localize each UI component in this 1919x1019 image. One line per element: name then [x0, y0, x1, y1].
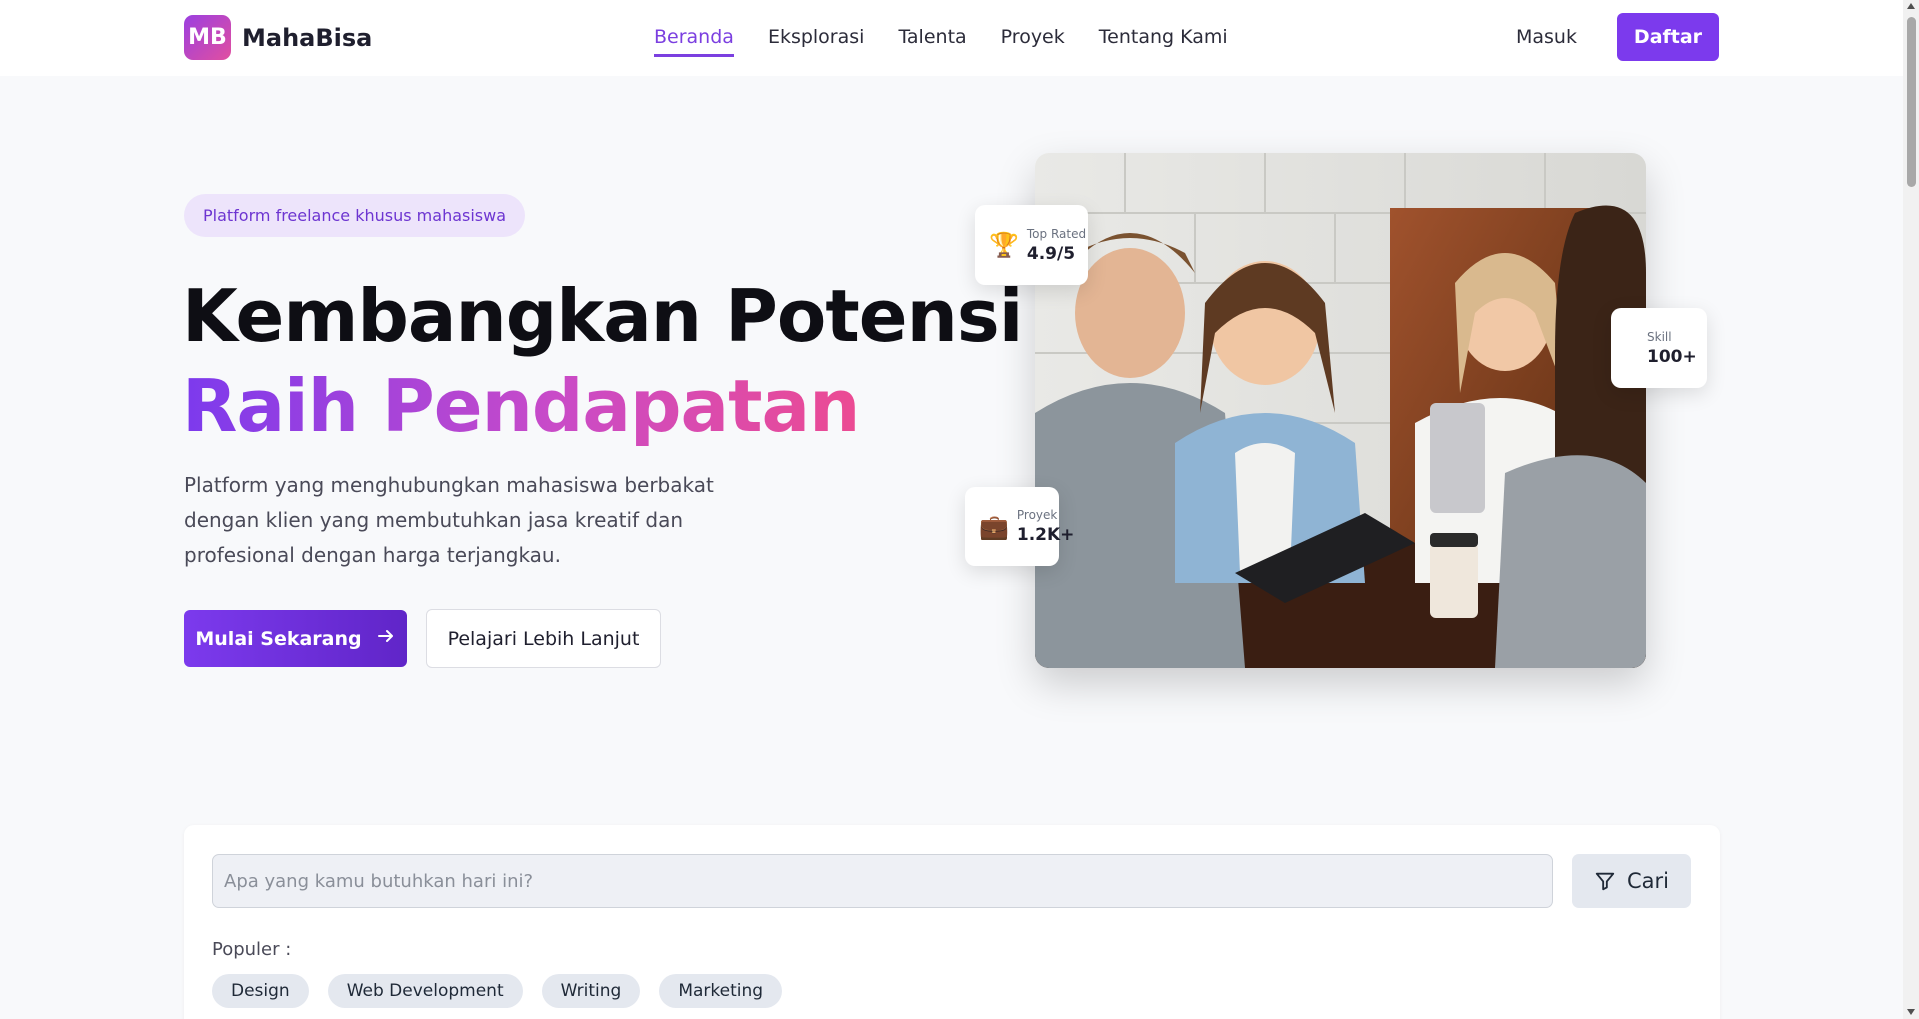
tag-writing[interactable]: Writing	[541, 974, 641, 1008]
main-nav: Beranda Eksplorasi Talenta Proyek Tentan…	[654, 26, 1262, 57]
signup-button[interactable]: Daftar	[1617, 13, 1719, 61]
search-input[interactable]	[212, 854, 1553, 908]
scroll-down-arrow-icon[interactable]	[1907, 1009, 1915, 1015]
nav-item-talenta[interactable]: Talenta	[898, 26, 966, 57]
start-now-label: Mulai Sekarang	[195, 627, 362, 650]
brand-name: MahaBisa	[242, 23, 373, 52]
tag-marketing[interactable]: Marketing	[659, 974, 783, 1008]
skill-text: Skill 100+	[1647, 330, 1697, 367]
skill-label: Skill	[1647, 329, 1672, 344]
proyek-card: 💼 Proyek 1.2K+	[965, 487, 1074, 566]
login-link[interactable]: Masuk	[1516, 26, 1577, 48]
scroll-up-arrow-icon[interactable]	[1907, 3, 1915, 9]
hero-photo	[1035, 153, 1646, 668]
search-button-label: Cari	[1627, 869, 1669, 893]
learn-more-button[interactable]: Pelajari Lebih Lanjut	[426, 609, 661, 668]
hero-description: Platform yang menghubungkan mahasiswa be…	[184, 473, 714, 567]
hero-headline-line1: Kembangkan Potensi	[182, 274, 1023, 358]
arrow-right-icon	[376, 626, 396, 651]
search-panel: Cari Populer : Design Web Development Wr…	[184, 825, 1720, 1019]
scrollbar-thumb[interactable]	[1907, 17, 1916, 187]
tag-web-development[interactable]: Web Development	[327, 974, 523, 1008]
start-now-button[interactable]: Mulai Sekarang	[184, 610, 407, 667]
tag-design[interactable]: Design	[212, 974, 309, 1008]
nav-item-proyek[interactable]: Proyek	[1001, 26, 1065, 57]
hero-badge: Platform freelance khusus mahasiswa	[184, 194, 526, 237]
top-rated-text: Top Rated 4.9/5	[1027, 227, 1086, 264]
logo-mark-icon: MB	[184, 15, 231, 60]
proyek-label: Proyek	[1016, 508, 1058, 522]
search-button[interactable]: Cari	[1572, 854, 1691, 908]
top-rated-value: 4.9/5	[1026, 243, 1076, 264]
brand-logo[interactable]: MB MahaBisa	[184, 15, 372, 60]
nav-item-beranda[interactable]: Beranda	[654, 26, 734, 57]
trophy-icon: 🏆	[989, 231, 1019, 259]
proyek-text: Proyek 1.2K+	[1017, 508, 1075, 545]
nav-item-tentang-kami[interactable]: Tentang Kami	[1099, 26, 1228, 57]
top-rated-card: 🏆 Top Rated 4.9/5	[975, 205, 1088, 285]
popular-tags: Design Web Development Writing Marketing	[212, 974, 801, 1008]
proyek-value: 1.2K+	[1016, 525, 1075, 545]
nav-item-eksplorasi[interactable]: Eksplorasi	[768, 26, 865, 57]
page-scrollbar[interactable]	[1903, 0, 1919, 1019]
hero-headline-line2: Raih Pendapatan	[182, 364, 860, 448]
skill-card: Skill 100+	[1611, 308, 1707, 388]
top-rated-label: Top Rated	[1026, 226, 1087, 241]
filter-icon	[1595, 872, 1615, 891]
briefcase-icon: 💼	[979, 512, 1009, 541]
top-navbar: MB MahaBisa Beranda Eksplorasi Talenta P…	[0, 0, 1903, 76]
popular-label: Populer :	[212, 939, 292, 960]
skill-value: 100+	[1647, 346, 1697, 367]
